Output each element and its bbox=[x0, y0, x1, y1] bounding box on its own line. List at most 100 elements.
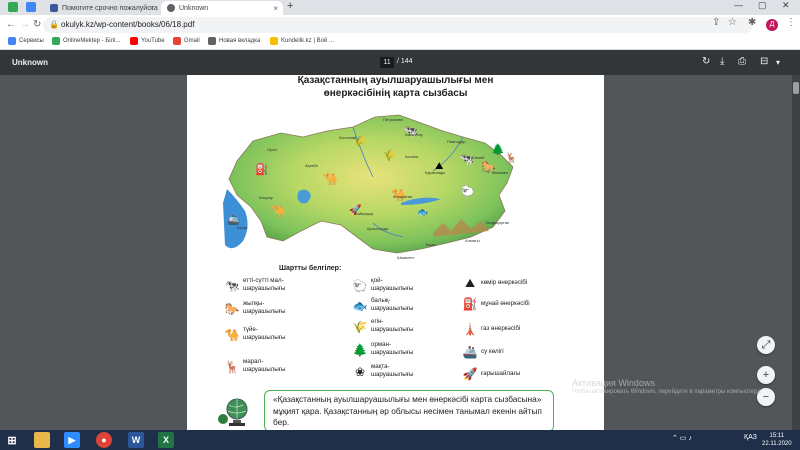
close-tab-icon[interactable]: × bbox=[273, 4, 278, 13]
tray-icons[interactable]: ⌃ ▭ ♪ bbox=[672, 434, 692, 442]
address-bar[interactable]: 🔒 okulyk.kz/wp-content/books/06/18.pdf bbox=[43, 17, 753, 33]
pdf-page: Қазақстанның ауылшаруашылығы мен өнеркәс… bbox=[187, 75, 604, 430]
chrome-icon[interactable]: ● bbox=[96, 432, 112, 448]
new-tab-button[interactable]: + bbox=[287, 0, 293, 12]
city-label: Орал bbox=[267, 147, 277, 152]
bookmark-icon[interactable]: ⊟ bbox=[760, 56, 768, 67]
clock[interactable]: 15:11 22.11.2020 bbox=[762, 432, 792, 448]
map-title: Қазақстанның ауылшаруашылығы мен өнеркәс… bbox=[187, 75, 604, 100]
chevron-down-icon[interactable]: ▾ bbox=[776, 58, 780, 67]
download-icon[interactable]: ⤓ bbox=[720, 56, 724, 67]
profile-avatar[interactable]: Д bbox=[766, 19, 778, 31]
apps-icon bbox=[8, 37, 16, 45]
legend-label: орман- шаруашылығы bbox=[371, 341, 414, 356]
extensions-icon[interactable]: ✱ bbox=[748, 16, 756, 30]
city-label: Қостанай bbox=[339, 135, 357, 140]
legend-label: газ өнеркәсібі bbox=[481, 325, 521, 332]
legend-item: ⛰ көмір өнеркәсібі bbox=[459, 274, 561, 292]
legend-item: 🐄 етті-сүтті мал- шаруашылығы bbox=[221, 277, 303, 295]
task-box: «Қазақстанның ауылшаруашылығы мен өнеркә… bbox=[264, 390, 554, 430]
tab-1[interactable]: Помогите срочно пожалуйста × bbox=[44, 1, 159, 15]
legend-item: 🌲 орман- шаруашылығы bbox=[349, 341, 431, 359]
legend-label: көмір өнеркәсібі bbox=[481, 279, 528, 286]
bookmarks-bar: Сервисы OnlineMektep - Білі... YouTube G… bbox=[0, 35, 800, 50]
gmail-icon bbox=[173, 37, 181, 45]
bookmark-apps[interactable]: Сервисы bbox=[8, 37, 44, 45]
close-tab-icon[interactable]: × bbox=[149, 4, 154, 13]
legend-label: балық- шаруашылығы bbox=[371, 297, 414, 312]
gas-tower-icon: 🗼 bbox=[462, 322, 478, 336]
legend-item: 🐎 жылқы- шаруашылығы bbox=[221, 300, 303, 318]
youtube-icon bbox=[130, 37, 138, 45]
fit-page-button[interactable]: ⤢ bbox=[757, 336, 775, 354]
legend-item: ❀ мақта- шаруашылығы bbox=[349, 363, 431, 381]
legend-label: мұнай өнеркәсібі bbox=[481, 300, 530, 307]
ship-icon: 🚢 bbox=[462, 345, 478, 359]
city-label: Алматы bbox=[465, 238, 480, 243]
language-indicator[interactable]: ҚАЗ bbox=[744, 434, 757, 441]
map-title-line-1: Қазақстанның ауылшаруашылығы мен bbox=[297, 75, 494, 86]
pdf-viewer[interactable]: Қазақстанның ауылшаруашылығы мен өнеркәс… bbox=[0, 75, 800, 430]
map-icon-wheat: 🌾 bbox=[383, 149, 397, 162]
back-icon[interactable]: ← bbox=[6, 18, 16, 32]
legend-label: ғарышайлағы bbox=[481, 370, 521, 377]
legend-item: 🦌 марал- шаруашылығы bbox=[221, 358, 303, 376]
windows-start-icon[interactable]: ⊞ bbox=[4, 432, 20, 448]
page-total: / 144 bbox=[397, 58, 413, 65]
legend-item: ⛽ мұнай өнеркәсібі bbox=[459, 295, 561, 313]
bookmark-new-tab[interactable]: Новая вкладка bbox=[208, 37, 260, 45]
minimize-icon[interactable]: — bbox=[734, 0, 743, 10]
bookmark-youtube[interactable]: YouTube bbox=[130, 37, 165, 45]
city-label: Байқоңыр bbox=[355, 211, 374, 216]
bookmark-label: Сервисы bbox=[19, 38, 44, 44]
windows-taskbar: ⊞ ▶ ● W X ⌃ ▭ ♪ ҚАЗ 15:11 22.11.2020 bbox=[0, 430, 800, 450]
bookmark-onlinemektep[interactable]: OnlineMektep - Білі... bbox=[52, 37, 120, 45]
legend-item: 🚢 су көлігі bbox=[459, 343, 561, 361]
legend-item: 🐟 балық- шаруашылығы bbox=[349, 297, 431, 315]
maximize-icon[interactable]: ▢ bbox=[758, 0, 767, 11]
city-label: Жезқазған bbox=[393, 194, 413, 199]
close-window-icon[interactable]: ✕ bbox=[782, 0, 790, 11]
address-text: okulyk.kz/wp-content/books/06/18.pdf bbox=[61, 20, 195, 29]
word-icon[interactable]: W bbox=[128, 432, 144, 448]
pinned-tab-1[interactable] bbox=[8, 2, 18, 12]
city-label: Қызылорда bbox=[367, 226, 389, 231]
city-label: Өскемен bbox=[492, 170, 509, 175]
scrollbar[interactable] bbox=[792, 75, 800, 430]
map-icon-oil: ⛽ bbox=[255, 163, 269, 176]
map-icon-camel: 🐪 bbox=[323, 172, 338, 186]
map-title-line-2: өнеркәсібінің карта сызбасы bbox=[323, 88, 468, 99]
file-explorer-icon[interactable] bbox=[34, 432, 50, 448]
city-label: Қарағанды bbox=[425, 170, 446, 175]
bookmark-kundelik[interactable]: Kundelik.kz | Вой ... bbox=[270, 37, 334, 45]
forward-icon[interactable]: → bbox=[20, 18, 30, 32]
bookmark-label: YouTube bbox=[141, 38, 165, 44]
legend-title: Шартты белгілер: bbox=[279, 265, 342, 272]
reload-icon[interactable]: ↻ bbox=[33, 18, 41, 32]
legend-label: марал- шаруашылығы bbox=[243, 358, 286, 373]
city-label: Ақтөбе bbox=[305, 163, 318, 168]
share-icon[interactable]: ⇪ bbox=[712, 16, 720, 30]
menu-icon[interactable]: ⋮ bbox=[786, 16, 796, 30]
legend-item: 🐪 түйе- шаруашылығы bbox=[221, 326, 303, 344]
cow-icon: 🐄 bbox=[224, 279, 240, 293]
tab-2[interactable]: Unknown × bbox=[161, 1, 283, 15]
tab-strip: Помогите срочно пожалуйста × Unknown × +… bbox=[0, 0, 800, 15]
bookmark-gmail[interactable]: Gmail bbox=[173, 37, 200, 45]
pinned-tab-2[interactable] bbox=[26, 2, 36, 12]
city-label: Астана bbox=[405, 154, 419, 159]
watermark-text: Чтобы активировать Windows, перейдите в … bbox=[572, 389, 763, 395]
map-icon-deer: 🦌 bbox=[505, 151, 517, 164]
excel-icon[interactable]: X bbox=[158, 432, 174, 448]
print-icon[interactable]: ⎙ bbox=[738, 56, 746, 67]
page-number-input[interactable]: 11 bbox=[380, 57, 394, 68]
legend-item: 🚀 ғарышайлағы bbox=[459, 365, 561, 383]
city-label: Петропавл bbox=[383, 117, 404, 122]
scrollbar-thumb[interactable] bbox=[793, 82, 799, 94]
bookmark-star-icon[interactable]: ☆ bbox=[728, 16, 737, 30]
legend-label: мақта- шаруашылығы bbox=[371, 363, 414, 378]
map-icon-tree: 🌲 bbox=[491, 143, 505, 156]
rotate-icon[interactable]: ↻ bbox=[702, 56, 710, 67]
zoom-icon[interactable]: ▶ bbox=[64, 432, 80, 448]
city-label: Павлодар bbox=[447, 139, 466, 144]
